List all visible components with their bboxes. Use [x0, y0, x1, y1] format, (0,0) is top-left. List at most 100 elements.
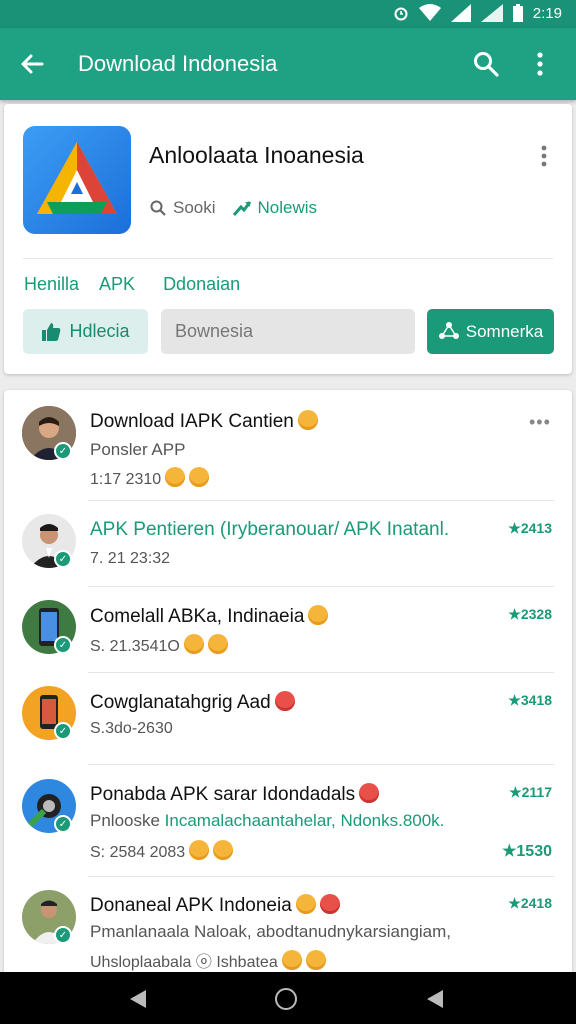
item-title-text: Download IAPK Cantien	[90, 411, 294, 432]
app-meta: Sooki Nolewis	[149, 198, 317, 218]
emoji-icon	[295, 894, 316, 914]
item-title-text: Donaneal APK Indoneia	[90, 895, 292, 916]
emoji-icon	[319, 894, 340, 914]
books-label: Sooki	[173, 198, 216, 217]
list-item[interactable]: ✓ APK Pentieren (Iryberanouar/ APK Inata…	[4, 501, 572, 586]
verified-icon: ✓	[54, 442, 72, 460]
emoji-icon	[297, 410, 318, 430]
books-meta: Sooki	[149, 198, 216, 218]
nav-recent-button[interactable]	[425, 989, 445, 1014]
share-label: Somnerka	[465, 321, 544, 341]
divider	[23, 258, 553, 259]
item-count-text: 2117	[521, 784, 552, 800]
reviews-meta[interactable]: Nolewis	[232, 198, 318, 218]
star-icon: ★	[509, 784, 522, 800]
more-options-button[interactable]	[528, 50, 552, 78]
item-subtitle: Pnlooske Incamalachaantahelar, Ndonks.80…	[90, 811, 444, 831]
tag-link[interactable]: APK	[99, 274, 135, 295]
list-item[interactable]: ✓ Comelall ABKa, Indinaeia ★2328 S. 21.3…	[4, 587, 572, 672]
item-title: APK Pentieren (Iryberanouar/ APK Inatanl…	[90, 519, 450, 540]
share-button[interactable]: Somnerka	[427, 309, 554, 354]
emoji-icon	[165, 467, 186, 487]
triangle-recent-icon	[427, 990, 443, 1008]
item-count: ★2117	[509, 784, 552, 801]
tag-row: Henilla APK Ddonaian	[24, 274, 240, 295]
item-count-secondary: ★1530	[502, 841, 552, 861]
item-time: S.3do-2630	[90, 720, 173, 737]
app-logo	[23, 126, 131, 234]
item-time-text: S: 2584 2083	[90, 844, 186, 861]
more-vert-icon	[541, 145, 547, 167]
wifi-icon	[418, 4, 441, 22]
item-title: Comelall ABKa, Indinaeia	[90, 605, 329, 628]
item-time: 7. 21 23:32	[90, 550, 171, 567]
search-button[interactable]	[472, 50, 500, 78]
item-count-text: 2328	[520, 606, 552, 622]
verified-icon: ✓	[54, 815, 72, 833]
battery-icon	[512, 4, 523, 22]
card-more-button[interactable]	[534, 142, 554, 170]
status-time: 2:19	[532, 4, 562, 22]
arrow-back-icon	[21, 54, 44, 74]
search-icon	[474, 52, 499, 77]
item-title-text: Cowglanatahgrig Aad	[90, 692, 271, 713]
download-list: ••• ✓ Download IAPK Cantien Ponsler APP …	[4, 390, 572, 974]
emoji-icon	[274, 691, 295, 711]
item-count-text: 3418	[520, 692, 552, 708]
tag-link[interactable]: Henilla	[24, 274, 79, 295]
more-vert-icon	[537, 52, 543, 76]
item-title: Ponabda APK sarar Idondadals	[90, 783, 380, 806]
item-title-text: Comelall ABKa, Indinaeia	[90, 606, 305, 627]
verified-icon: ✓	[54, 550, 72, 568]
alarm-icon	[393, 5, 409, 21]
item-subtitle: Ponsler APP	[90, 440, 186, 459]
list-item[interactable]: ✓ Ponabda APK sarar Idondadals ★2117 Pnl…	[4, 765, 572, 875]
nav-home-button[interactable]	[275, 988, 297, 1010]
item-time: S: 2584 2083	[90, 840, 234, 862]
item-subtitle-text: Pnlooske	[90, 811, 160, 830]
item-time-text: S. 21.3541O	[90, 638, 180, 655]
item-time: S. 21.3541O	[90, 634, 228, 656]
verified-icon: ✓	[54, 926, 72, 944]
search-input[interactable]	[161, 309, 415, 354]
tag-link[interactable]: Ddonaian	[163, 274, 240, 295]
item-title: Download IAPK Cantien	[90, 410, 318, 433]
item-subtitle: Pmanlanaala Naloak, abodtanudnykarsiangi…	[90, 922, 452, 941]
item-subtitle-highlight[interactable]: Incamalachaantahelar, Ndonks.800k.	[165, 811, 445, 830]
item-count-secondary-text: 1530	[516, 843, 552, 860]
verified-icon: ✓	[54, 722, 72, 740]
item-title-text: Ponabda APK sarar Idondadals	[90, 784, 356, 805]
emoji-icon	[207, 634, 228, 654]
signal2-icon	[480, 4, 503, 22]
item-title: Donaneal APK Indoneia	[90, 894, 340, 917]
emoji-icon	[213, 840, 234, 860]
status-bar: 2:19	[0, 0, 576, 28]
item-count: ★2418	[508, 895, 552, 912]
nav-back-button[interactable]	[128, 989, 148, 1014]
star-icon: ★	[508, 520, 521, 536]
list-item[interactable]: ✓ Download IAPK Cantien Ponsler APP 1:17…	[4, 390, 572, 500]
emoji-icon	[189, 840, 210, 860]
reviews-label: Nolewis	[257, 198, 318, 217]
like-label: Hdlecia	[69, 321, 130, 341]
triangle-back-icon	[130, 990, 146, 1008]
item-title: Cowglanatahgrig Aad	[90, 691, 295, 714]
item-count: ★2413	[508, 520, 552, 537]
item-count-text: 2418	[520, 895, 552, 911]
emoji-icon	[183, 634, 204, 654]
item-time: 1:17 2310	[90, 467, 210, 489]
search-small-icon	[150, 200, 166, 216]
list-item[interactable]: ✓ Donaneal APK Indoneia ★2418 Pmanlanaal…	[4, 877, 572, 974]
clock-icon: ⓞ	[195, 954, 212, 971]
app-bar: Download Indonesia	[0, 28, 576, 100]
trend-icon	[232, 201, 251, 216]
emoji-icon	[281, 950, 302, 970]
emoji-icon	[308, 605, 329, 625]
item-time-text: Uhsloplaabala	[90, 954, 192, 971]
list-item[interactable]: ✓ Cowglanatahgrig Aad ★3418 S.3do-2630	[4, 673, 572, 763]
app-name: Anloolaata Inoanesia	[149, 142, 364, 168]
star-icon: ★	[508, 692, 521, 708]
signal-icon	[450, 4, 471, 22]
like-button[interactable]: Hdlecia	[23, 309, 148, 354]
back-button[interactable]	[18, 50, 46, 78]
